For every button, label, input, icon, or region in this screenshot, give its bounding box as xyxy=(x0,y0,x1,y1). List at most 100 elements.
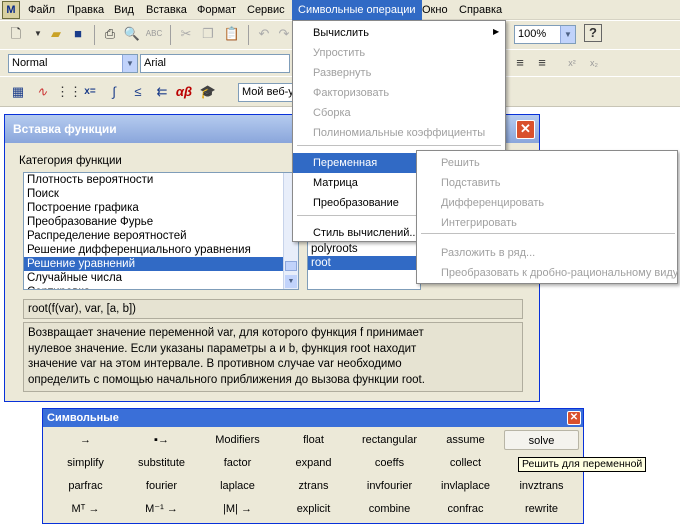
keyword-item[interactable]: ▪→ xyxy=(124,430,199,450)
undo-icon[interactable]: ↶ xyxy=(254,24,274,44)
submenu-item[interactable]: Дифференцировать xyxy=(417,193,677,213)
keyword-item[interactable]: → xyxy=(48,430,123,450)
menu-insert[interactable]: Вставка xyxy=(142,0,191,20)
keyword-fourier[interactable]: fourier xyxy=(124,476,199,496)
keyword-substitute[interactable]: substitute xyxy=(124,453,199,473)
keyword-m[interactable]: Mᵀ → xyxy=(48,499,123,519)
function-item[interactable]: root xyxy=(308,256,420,270)
keyword-laplace[interactable]: laplace xyxy=(200,476,275,496)
category-item[interactable]: Поиск xyxy=(24,187,283,201)
cut-icon[interactable]: ✂ xyxy=(176,24,196,44)
keyword-expand[interactable]: expand xyxy=(276,453,351,473)
bullet-list-icon[interactable]: ≡ xyxy=(510,53,530,73)
keyword-parfrac[interactable]: parfrac xyxy=(48,476,123,496)
scroll-down-icon[interactable]: ▼ xyxy=(285,275,297,288)
keyword-invlaplace[interactable]: invlaplace xyxy=(428,476,503,496)
keyword-confrac[interactable]: confrac xyxy=(428,499,503,519)
matrix-icon[interactable]: ⋮⋮ xyxy=(56,82,82,102)
keyword-rectangular[interactable]: rectangular xyxy=(352,430,427,450)
category-item[interactable]: Решение уравнений xyxy=(24,257,283,271)
menu-item[interactable]: Факторизовать xyxy=(293,83,505,103)
style-combo[interactable]: Normal ▼ xyxy=(8,54,138,73)
keyword-explicit[interactable]: explicit xyxy=(276,499,351,519)
spellcheck-icon[interactable]: ABC xyxy=(144,24,164,44)
calculus-icon[interactable]: ∫ xyxy=(104,82,124,102)
new-document-icon[interactable]: 🗋 xyxy=(6,24,26,44)
keyword-modifiers[interactable]: Modifiers xyxy=(200,430,275,450)
menu-format[interactable]: Формат xyxy=(193,0,240,20)
submenu-item[interactable]: Интегрировать xyxy=(417,213,677,233)
menu-item[interactable]: Упростить xyxy=(293,43,505,63)
programming-icon[interactable]: ⇇ xyxy=(152,82,172,102)
redo-icon[interactable]: ↷ xyxy=(274,24,294,44)
open-folder-icon[interactable]: ▰ xyxy=(46,24,66,44)
scrollbar-thumb[interactable] xyxy=(285,261,297,271)
description-line: Возвращает значение переменной var, для … xyxy=(28,327,424,339)
category-item[interactable]: Преобразование Фурье xyxy=(24,215,283,229)
graph-icon[interactable]: ∿ xyxy=(32,82,52,102)
keyword-simplify[interactable]: simplify xyxy=(48,453,123,473)
keyword-float[interactable]: float xyxy=(276,430,351,450)
menu-view[interactable]: Вид xyxy=(110,0,138,20)
print-preview-icon[interactable]: 🔍 xyxy=(122,24,142,44)
print-icon[interactable]: ⎙ xyxy=(100,24,120,44)
keyword-invztrans[interactable]: invztrans xyxy=(504,476,579,496)
category-item[interactable]: Построение графика xyxy=(24,201,283,215)
chevron-down-icon[interactable]: ▼ xyxy=(122,55,137,72)
category-item[interactable]: Плотность вероятности xyxy=(24,173,283,187)
category-item[interactable]: Сортировка xyxy=(24,285,283,289)
submenu-item[interactable]: Решить xyxy=(417,153,677,173)
function-item[interactable]: polyroots xyxy=(308,242,420,256)
keyword-factor[interactable]: factor xyxy=(200,453,275,473)
worksheet-combo[interactable]: Мой веб-у xyxy=(238,83,294,102)
close-icon[interactable]: ✕ xyxy=(567,411,581,425)
menu-item[interactable]: Полиномиальные коэффициенты xyxy=(293,123,505,143)
superscript-icon[interactable]: x² xyxy=(562,53,582,73)
category-item[interactable]: Решение дифференциального уравнения xyxy=(24,243,283,257)
boolean-icon[interactable]: ≤ xyxy=(128,82,148,102)
keyword-assume[interactable]: assume xyxy=(428,430,503,450)
new-dropdown-icon[interactable]: ▼ xyxy=(28,24,48,44)
font-combo[interactable]: Arial xyxy=(140,54,290,73)
chevron-down-icon[interactable]: ▼ xyxy=(560,26,575,43)
symbolic-icon[interactable]: 🎓 xyxy=(198,82,218,102)
help-icon[interactable]: ? xyxy=(584,24,602,42)
category-item[interactable]: Случайные числа xyxy=(24,271,283,285)
keyword-m[interactable]: M⁻¹ → xyxy=(124,499,199,519)
copy-icon[interactable]: ❐ xyxy=(198,24,218,44)
zoom-combo[interactable]: 100% ▼ xyxy=(514,25,576,44)
keyword-combine[interactable]: combine xyxy=(352,499,427,519)
keyword-rewrite[interactable]: rewrite xyxy=(504,499,579,519)
menu-item[interactable]: Развернуть xyxy=(293,63,505,83)
menu-window[interactable]: Окно xyxy=(418,0,452,20)
keyword-collect[interactable]: collect xyxy=(428,453,503,473)
app-icon[interactable]: M xyxy=(2,1,20,19)
category-list[interactable]: Плотность вероятности Поиск Построение гра… xyxy=(23,172,299,290)
keyword-m[interactable]: |M| → xyxy=(200,499,275,519)
keyword-solve[interactable]: solve xyxy=(504,430,579,450)
subscript-icon[interactable]: x₂ xyxy=(584,53,604,73)
calculator-icon[interactable]: ▦ xyxy=(8,82,28,102)
close-icon[interactable]: ✕ xyxy=(516,120,535,139)
submenu-item[interactable]: Разложить в ряд... xyxy=(417,243,677,263)
category-label: Категория функции xyxy=(19,155,122,167)
keyword-coeffs[interactable]: coeffs xyxy=(352,453,427,473)
menu-item[interactable]: Вычислить xyxy=(293,23,505,43)
evaluation-icon[interactable]: x= xyxy=(80,82,100,102)
save-icon[interactable]: ■ xyxy=(68,24,88,44)
submenu-item[interactable]: Преобразовать к дробно-рациональному вид… xyxy=(417,263,678,283)
numbered-list-icon[interactable]: ≡ xyxy=(532,53,552,73)
keyword-ztrans[interactable]: ztrans xyxy=(276,476,351,496)
menu-file[interactable]: Файл xyxy=(24,0,59,20)
menu-tools[interactable]: Сервис xyxy=(243,0,289,20)
category-item[interactable]: Распределение вероятностей xyxy=(24,229,283,243)
menu-symbolic[interactable]: Символьные операции xyxy=(292,0,422,20)
menu-help[interactable]: Справка xyxy=(455,0,506,20)
function-list[interactable]: polyroots root xyxy=(307,235,421,290)
keyword-invfourier[interactable]: invfourier xyxy=(352,476,427,496)
submenu-item[interactable]: Подставить xyxy=(417,173,677,193)
menu-edit[interactable]: Правка xyxy=(63,0,108,20)
greek-icon[interactable]: αβ xyxy=(174,82,194,102)
menu-item[interactable]: Сборка xyxy=(293,103,505,123)
paste-icon[interactable]: 📋 xyxy=(222,24,242,44)
